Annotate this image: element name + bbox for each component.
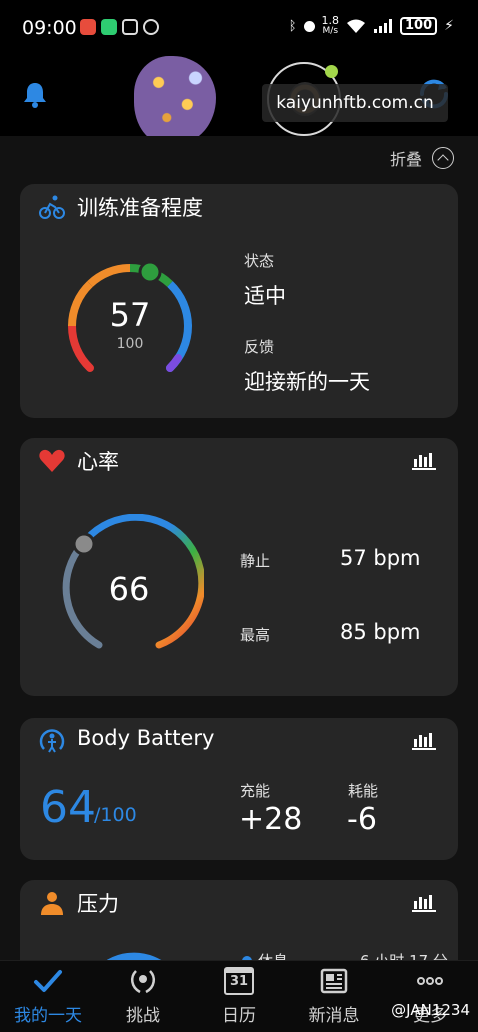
readiness-marker — [138, 260, 162, 284]
body-battery-icon — [39, 729, 65, 753]
max-label: 最高 — [240, 626, 271, 644]
cycling-icon — [39, 195, 65, 219]
feedback-label: 反馈 — [244, 338, 275, 356]
alarm-icon — [143, 19, 159, 35]
heart-icon — [39, 449, 65, 472]
status-value: 适中 — [244, 284, 286, 308]
collapse-control[interactable]: 折叠 — [390, 146, 454, 170]
stress-card[interactable]: 压力 休息 6 小时 17 分钟 — [20, 880, 458, 960]
charge-label: 充能 — [240, 782, 271, 800]
bar-chart-icon[interactable] — [412, 450, 436, 470]
rest-label: 静止 — [240, 552, 271, 570]
rest-value: 57 bpm — [340, 546, 421, 570]
avatar[interactable] — [134, 56, 216, 144]
status-right: ᛒ 1.8 M/s 100 ⚡ — [288, 14, 454, 36]
stress-donut — [106, 952, 162, 960]
feedback-value: 迎接新的一天 — [244, 370, 370, 394]
nav-label: 日历 — [222, 1006, 256, 1026]
readiness-max: 100 — [116, 336, 144, 352]
app-header: kaiyunhftb.com.cn — [0, 54, 478, 144]
stress-icon — [41, 892, 63, 915]
app-notification-icon — [80, 19, 96, 35]
nav-label: 新消息 — [308, 1006, 360, 1026]
calendar-icon: 31 — [224, 967, 254, 995]
drain-value: -6 — [347, 802, 377, 837]
nav-label: 我的一天 — [14, 1006, 82, 1026]
body-battery-card[interactable]: Body Battery 64 /100 充能 +28 耗能 -6 — [20, 718, 458, 860]
stress-legend-value: 6 小时 17 分钟 — [360, 950, 458, 960]
news-icon — [320, 968, 348, 994]
notification-icons — [80, 19, 159, 35]
status-time: 09:00 — [22, 17, 77, 39]
collapse-label: 折叠 — [389, 150, 422, 169]
wechat-icon — [101, 19, 117, 35]
bottom-nav: 我的一天 挑战 31 日历 新消息 更多 @JAN1234 — [0, 960, 478, 1032]
body-battery-max: /100 — [94, 804, 137, 826]
nfc-icon — [122, 19, 138, 35]
readiness-score: 57 — [109, 296, 151, 334]
charge-value: +28 — [239, 802, 303, 837]
location-icon — [303, 20, 315, 32]
nav-news[interactable]: 新消息 — [289, 967, 379, 1026]
charging-icon: ⚡ — [444, 18, 454, 34]
bell-icon[interactable] — [22, 80, 48, 108]
status-bar: 09:00 ᛒ 1.8 M/s 100 ⚡ — [0, 0, 478, 54]
nav-label: 挑战 — [126, 1006, 160, 1026]
drain-label: 耗能 — [348, 782, 379, 800]
watermark-url: kaiyunhftb.com.cn — [262, 84, 448, 122]
bluetooth-icon: ᛒ — [288, 18, 297, 34]
nav-my-day[interactable]: 我的一天 — [3, 967, 93, 1026]
card-title: 心率 — [77, 450, 119, 474]
card-title: Body Battery — [77, 726, 215, 750]
heart-rate-card[interactable]: 心率 66 静止 57 bpm 最高 85 bpm — [20, 438, 458, 696]
card-title: 训练准备程度 — [77, 196, 203, 220]
check-icon — [34, 970, 62, 992]
body-battery-value: 64 — [40, 782, 96, 833]
calendar-day: 31 — [229, 974, 249, 989]
bar-chart-icon[interactable] — [412, 730, 436, 750]
connected-dot — [325, 65, 338, 78]
main-content: 折叠 训练准备程度 57 100 状态 适中 反馈 迎接新的一天 心率 66 静… — [0, 136, 478, 960]
heart-rate-value: 66 — [108, 570, 150, 608]
more-icon — [417, 977, 443, 985]
max-value: 85 bpm — [340, 620, 421, 644]
status-label: 状态 — [244, 252, 275, 270]
laurel-icon — [131, 970, 155, 994]
wifi-icon — [347, 19, 366, 33]
heart-rate-marker — [72, 532, 96, 556]
nav-challenges[interactable]: 挑战 — [98, 967, 188, 1026]
chevron-up-icon[interactable] — [432, 147, 454, 169]
bar-chart-icon[interactable] — [412, 892, 436, 912]
signal-icon — [374, 19, 393, 33]
training-readiness-card[interactable]: 训练准备程度 57 100 状态 适中 反馈 迎接新的一天 — [20, 184, 458, 418]
stress-legend-label: 休息 — [258, 950, 288, 960]
net-speed: 1.8 M/s — [321, 14, 340, 36]
nav-calendar[interactable]: 31 日历 — [194, 967, 284, 1026]
watermark-handle: @JAN1234 — [391, 1001, 470, 1019]
card-title: 压力 — [77, 892, 119, 916]
battery-indicator: 100 — [400, 17, 438, 35]
